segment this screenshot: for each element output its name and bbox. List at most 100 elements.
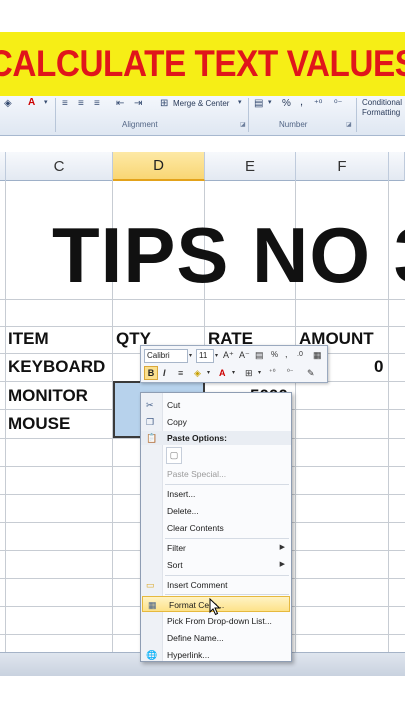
italic-button[interactable]: I bbox=[163, 367, 166, 379]
grow-font-icon[interactable]: A⁺ bbox=[223, 349, 234, 361]
decimal-icon[interactable]: .0 bbox=[297, 349, 303, 361]
submenu-arrow-icon: ▶ bbox=[279, 561, 285, 568]
menu-item-hyperlink[interactable]: 🌐 Hyperlink... bbox=[141, 647, 291, 663]
borders-dropdown-icon[interactable]: ▾ bbox=[258, 367, 261, 379]
increase-indent-icon[interactable]: ⇥ bbox=[134, 98, 142, 109]
decrease-decimal-icon[interactable]: ⁰⁻ bbox=[334, 98, 342, 109]
align-center-icon[interactable]: ≡ bbox=[78, 98, 84, 109]
shrink-font-icon[interactable]: A⁻ bbox=[239, 349, 250, 361]
menu-item-label: Sort bbox=[167, 560, 183, 570]
globe-icon: 🌐 bbox=[146, 650, 158, 660]
context-menu: ✂ Cut ❐ Copy 📋 Paste Options: ▢ Paste Sp… bbox=[140, 392, 292, 662]
alignment-launcher-icon[interactable]: ◪ bbox=[240, 121, 246, 128]
column-header-f[interactable]: F bbox=[296, 152, 389, 181]
accounting-icon[interactable]: ▤ bbox=[255, 349, 264, 361]
banner-title: CALCULATE TEXT VALUES bbox=[0, 43, 405, 84]
gridline bbox=[0, 326, 405, 327]
bottom-margin bbox=[0, 676, 405, 720]
item-cell[interactable]: KEYBOARD bbox=[8, 357, 105, 377]
number-launcher-icon[interactable]: ◪ bbox=[346, 121, 352, 128]
accounting-dropdown-icon[interactable]: ▾ bbox=[268, 98, 272, 106]
center-align-icon[interactable]: ≡ bbox=[178, 367, 183, 379]
percent-style-button[interactable]: % bbox=[282, 98, 291, 109]
bold-button[interactable]: B bbox=[144, 366, 158, 380]
font-size-field[interactable]: 11 bbox=[196, 349, 214, 363]
amount-cell[interactable]: 0 bbox=[374, 357, 383, 377]
decrease-indent-icon[interactable]: ⇤ bbox=[116, 98, 124, 109]
formula-area bbox=[0, 136, 405, 152]
increase-decimal-icon[interactable]: ⁺⁰ bbox=[314, 98, 322, 109]
merge-icon[interactable]: ⊞ bbox=[160, 98, 168, 109]
font-color-dropdown-icon[interactable]: ▾ bbox=[232, 367, 235, 379]
gridline bbox=[5, 181, 6, 652]
percent-icon[interactable]: % bbox=[271, 349, 278, 361]
menu-separator bbox=[165, 484, 289, 485]
mini-toolbar: Calibri ▾ 11 ▾ A⁺ A⁻ ▤ % , .0 ▦ B I ≡ ◈ … bbox=[140, 345, 328, 383]
menu-item-label: Insert Comment bbox=[167, 580, 228, 590]
align-right-icon[interactable]: ≡ bbox=[94, 98, 100, 109]
menu-item-label: Clear Contents bbox=[167, 523, 224, 533]
menu-item-label: Hyperlink... bbox=[167, 650, 210, 660]
copy-icon: ❐ bbox=[146, 417, 155, 427]
menu-item-label: Copy bbox=[167, 417, 187, 427]
menu-item-paste-special[interactable]: Paste Special... bbox=[141, 466, 291, 482]
menu-item-copy[interactable]: ❐ Copy bbox=[141, 414, 291, 430]
item-cell[interactable]: MOUSE bbox=[8, 414, 70, 434]
title-banner: CALCULATE TEXT VALUES bbox=[0, 32, 405, 96]
menu-item-delete[interactable]: Delete... bbox=[141, 503, 291, 519]
menu-item-define-name[interactable]: Define Name... bbox=[141, 630, 291, 646]
ribbon: ◈ A ▾ ≡ ≡ ≡ ⇤ ⇥ ⊞ Merge & Center ▾ Align… bbox=[0, 96, 405, 136]
align-left-icon[interactable]: ≡ bbox=[62, 98, 68, 109]
font-dropdown-icon[interactable]: ▾ bbox=[189, 350, 192, 362]
conditional-formatting-label[interactable]: Formatting bbox=[362, 108, 400, 117]
increase-decimal-icon[interactable]: ⁺⁰ bbox=[269, 367, 276, 379]
ribbon-separator bbox=[248, 98, 249, 132]
item-cell[interactable]: MONITOR bbox=[8, 386, 88, 406]
menu-item-clear-contents[interactable]: Clear Contents bbox=[141, 520, 291, 536]
menu-item-insert[interactable]: Insert... bbox=[141, 486, 291, 502]
borders-icon[interactable]: ⊞ bbox=[245, 367, 253, 379]
font-color-icon[interactable]: A bbox=[28, 97, 35, 108]
alignment-group-label: Alignment bbox=[122, 120, 158, 129]
merge-dropdown-icon[interactable]: ▾ bbox=[238, 98, 242, 106]
comma-icon[interactable]: , bbox=[285, 348, 288, 360]
comma-style-button[interactable]: , bbox=[300, 96, 303, 108]
menu-item-label: Cut bbox=[167, 400, 181, 410]
column-header-g[interactable] bbox=[389, 152, 405, 181]
ribbon-separator bbox=[55, 98, 56, 132]
font-color-icon[interactable]: A bbox=[219, 367, 226, 379]
fill-color-icon[interactable]: ◈ bbox=[4, 98, 12, 109]
column-header-e[interactable]: E bbox=[205, 152, 296, 181]
menu-item-sort[interactable]: Sort ▶ bbox=[141, 557, 291, 573]
paste-option-button[interactable]: ▢ bbox=[166, 447, 182, 464]
header-item-cell[interactable]: ITEM bbox=[8, 329, 49, 349]
accounting-format-icon[interactable]: ▤ bbox=[254, 98, 263, 109]
menu-item-label: Filter bbox=[167, 543, 186, 553]
format-painter-icon[interactable]: ▦ bbox=[313, 349, 322, 361]
top-margin bbox=[0, 0, 405, 32]
font-name-field[interactable]: Calibri bbox=[144, 349, 188, 363]
submenu-arrow-icon: ▶ bbox=[279, 544, 285, 551]
fill-color-icon[interactable]: ◈ bbox=[194, 367, 201, 379]
column-header-row: C D E F bbox=[0, 152, 405, 181]
format-painter-brush-icon[interactable]: ✎ bbox=[307, 367, 315, 379]
menu-separator bbox=[165, 538, 289, 539]
conditional-formatting-button[interactable]: Conditional bbox=[362, 98, 402, 107]
tips-title-cell[interactable]: TIPS NO 3 bbox=[52, 210, 405, 301]
format-cells-icon: ▦ bbox=[148, 600, 157, 610]
dropdown-arrow-icon[interactable]: ▾ bbox=[44, 98, 48, 106]
paste-icon: 📋 bbox=[146, 433, 158, 443]
menu-item-filter[interactable]: Filter ▶ bbox=[141, 540, 291, 556]
column-header-c[interactable]: C bbox=[6, 152, 113, 181]
decrease-decimal-icon[interactable]: ⁰⁻ bbox=[287, 367, 294, 379]
menu-item-label: Insert... bbox=[167, 489, 196, 499]
merge-center-button[interactable]: Merge & Center bbox=[173, 99, 229, 108]
menu-item-insert-comment[interactable]: ▭ Insert Comment bbox=[141, 577, 291, 593]
size-dropdown-icon[interactable]: ▾ bbox=[215, 350, 218, 362]
column-header-d[interactable]: D bbox=[113, 152, 205, 181]
fill-dropdown-icon[interactable]: ▾ bbox=[207, 367, 210, 379]
menu-item-label: Pick From Drop-down List... bbox=[167, 616, 272, 626]
menu-item-cut[interactable]: ✂ Cut bbox=[141, 397, 291, 413]
scissors-icon: ✂ bbox=[146, 400, 154, 410]
menu-separator bbox=[165, 594, 289, 595]
